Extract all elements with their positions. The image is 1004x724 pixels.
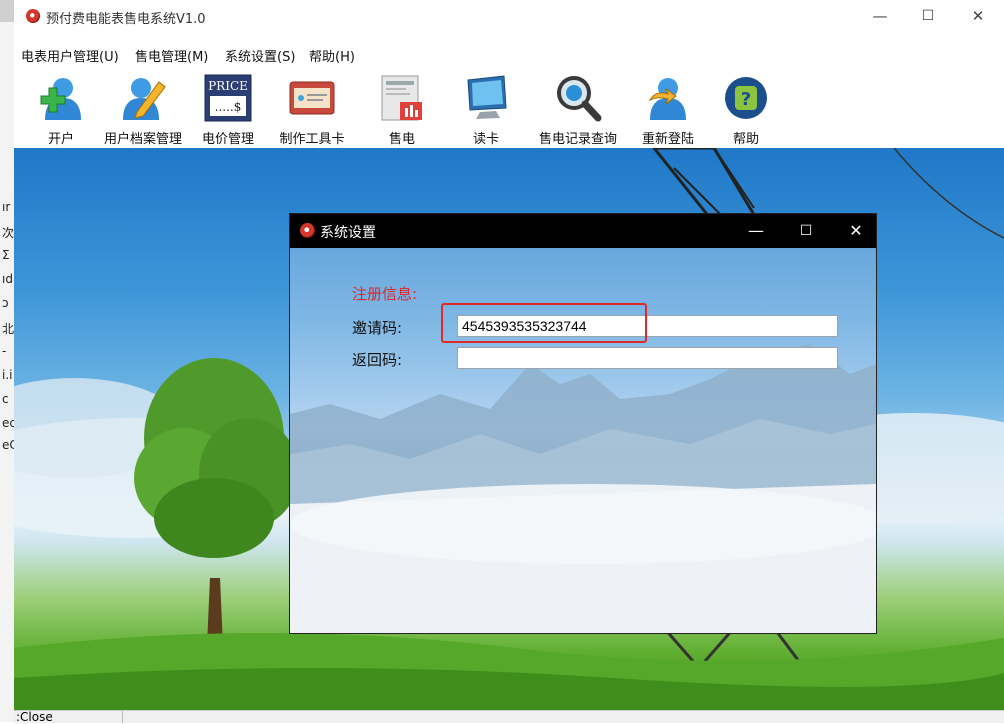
settings-dialog: 系统设置 — ☐ ✕ 注册信息: 邀请码: 4545393535323744 返… <box>289 213 877 634</box>
fragment-text: c <box>2 392 9 406</box>
monitor-icon <box>467 75 507 119</box>
toolbar-sell-button[interactable]: 售电 <box>376 70 428 148</box>
add-user-icon <box>40 78 81 120</box>
card-icon <box>289 81 335 115</box>
minimize-button[interactable]: — <box>860 4 900 28</box>
magnifier-icon <box>557 76 602 122</box>
window-title: 预付费电能表售电系统V1.0 <box>46 12 206 27</box>
toolbar-label: 售电记录查询 <box>538 132 617 147</box>
fragment-text: ıd <box>2 272 13 286</box>
invite-code-label: 邀请码: <box>352 319 403 337</box>
toolbar-user-records-button[interactable]: 用户档案管理 <box>100 70 186 148</box>
dialog-title: 系统设置 <box>320 225 376 241</box>
toolbar-label: 开户 <box>47 132 74 147</box>
fragment-text: i.i <box>2 368 13 382</box>
fragment-text: - <box>2 344 7 358</box>
toolbar-help-button[interactable]: ? 帮助 <box>720 70 772 148</box>
fragment-text: ır <box>2 200 11 214</box>
background-window-strip: ır 次 Σ ıd ɔ 北 - i.i c ec eC <box>0 0 15 722</box>
toolbar-label: 电价管理 <box>201 132 254 147</box>
close-button[interactable]: ✕ <box>958 4 998 28</box>
svg-text:PRICE: PRICE <box>208 79 248 93</box>
toolbar-label: 读卡 <box>472 132 499 147</box>
return-code-input[interactable] <box>457 347 838 369</box>
toolbar: 开户 用户档案管理 PRICE .....$ 电价管理 制作工具卡 售电 读卡 … <box>14 70 1004 148</box>
selected-row <box>0 0 14 22</box>
help-icon: ? <box>725 77 767 119</box>
app-logo-icon <box>26 9 40 23</box>
maximize-button[interactable]: ☐ <box>908 4 948 28</box>
dialog-close-button[interactable]: ✕ <box>836 219 876 243</box>
toolbar-price-button[interactable]: PRICE .....$ 电价管理 <box>196 70 260 148</box>
toolbar-label: 用户档案管理 <box>103 132 182 147</box>
invite-code-highlight <box>441 303 647 343</box>
toolbar-relogin-button[interactable]: 重新登陆 <box>634 70 702 148</box>
svg-text:.....$: .....$ <box>215 100 242 114</box>
fragment-text: Σ <box>2 248 10 262</box>
svg-text:?: ? <box>741 89 751 110</box>
return-code-label: 返回码: <box>352 351 403 369</box>
toolbar-label: 售电 <box>388 132 415 147</box>
dialog-minimize-button[interactable]: — <box>736 219 776 243</box>
toolbar-sales-query-button[interactable]: 售电记录查询 <box>532 70 624 148</box>
menu-settings[interactable]: 系统设置(S) <box>225 46 295 65</box>
menu-meter-user[interactable]: 电表用户管理(U) <box>21 46 119 65</box>
app-logo-icon <box>300 223 315 238</box>
title-bar: 预付费电能表售电系统V1.0 — ☐ ✕ <box>14 0 1004 30</box>
menu-sales[interactable]: 售电管理(M) <box>135 46 208 65</box>
relogin-icon <box>648 78 686 120</box>
fragment-text: ɔ <box>2 296 9 310</box>
toolbar-label: 制作工具卡 <box>279 132 345 147</box>
menu-help[interactable]: 帮助(H) <box>309 46 355 65</box>
toolbar-read-card-button[interactable]: 读卡 <box>460 70 512 148</box>
price-icon: PRICE .....$ <box>204 74 252 122</box>
status-divider <box>122 711 123 723</box>
sell-icon <box>381 75 422 121</box>
dialog-title-bar: 系统设置 — ☐ ✕ <box>290 214 876 248</box>
toolbar-label: 重新登陆 <box>641 132 694 147</box>
registration-info-label: 注册信息: <box>352 285 418 303</box>
mountain-background-image <box>290 344 876 633</box>
status-bar: :Close <box>14 710 1004 724</box>
toolbar-label: 帮助 <box>732 132 759 147</box>
toolbar-open-account-button[interactable]: 开户 <box>34 70 88 148</box>
toolbar-make-card-button[interactable]: 制作工具卡 <box>276 70 348 148</box>
edit-user-icon <box>123 78 166 120</box>
fragment-text: 北 <box>2 322 15 336</box>
dialog-maximize-button[interactable]: ☐ <box>786 219 826 243</box>
menu-bar: 电表用户管理(U) 售电管理(M) 系统设置(S) 帮助(H) <box>14 43 1004 65</box>
fragment-text: 次 <box>2 226 15 240</box>
